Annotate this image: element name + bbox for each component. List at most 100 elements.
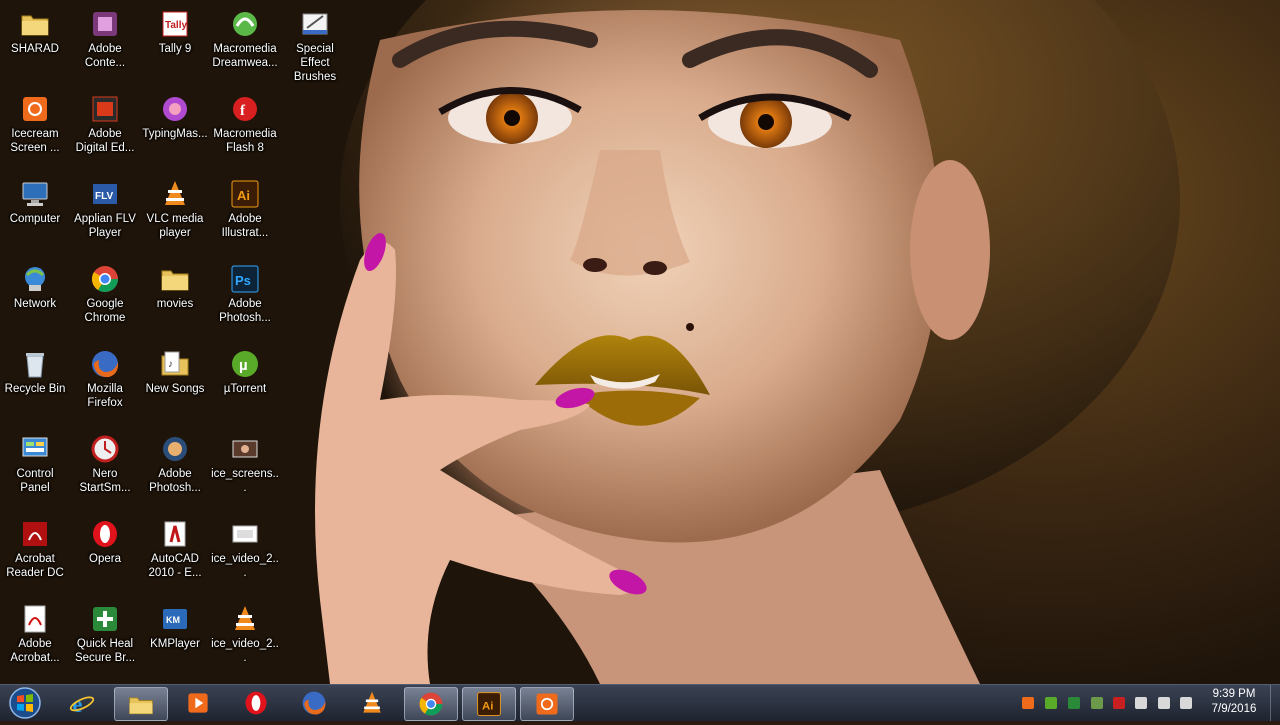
taskbar-button-icecream-recorder[interactable] [520,687,574,721]
desktop-icon[interactable]: VLC media player [140,172,210,252]
brushes-icon [299,8,331,40]
quickheal-tray-icon[interactable] [1066,695,1082,711]
folder-icon [159,263,191,295]
clock-time: 9:39 PM [1212,688,1256,700]
desktop-icon[interactable]: Opera [70,512,140,592]
desktop-icon[interactable]: Quick Heal Secure Br... [70,597,140,677]
desktop-icon[interactable]: Computer [0,172,70,252]
nero-icon [89,433,121,465]
media-player-icon [184,689,212,717]
taskbar-button-vlc[interactable] [346,687,398,719]
taskbar-button-firefox[interactable] [288,687,340,719]
desktop-icon[interactable]: Icecream Screen ... [0,87,70,167]
internet-explorer-icon: e [68,689,96,717]
desktop-icon-label: Adobe Acrobat... [10,638,60,664]
desktop-icon-label: Control Panel [16,468,54,494]
opera-icon [242,689,270,717]
desktop-icon[interactable]: f Macromedia Flash 8 [210,87,280,167]
firefox-icon [89,348,121,380]
desktop-icon[interactable]: FLV Applian FLV Player [70,172,140,252]
folder-music-icon: ♪ [159,348,191,380]
svg-text:Tally: Tally [165,20,187,31]
desktop-icon-label: Quick Heal Secure Br... [74,638,136,664]
taskbar: e Ai 9:39 PM 7/9/2016 [0,684,1280,721]
desktop-icon[interactable]: movies [140,257,210,337]
desktop-icon-label: Tally 9 [158,43,192,55]
desktop-icon[interactable]: µ µTorrent [210,342,280,422]
icecream-tray-icon[interactable] [1020,695,1036,711]
desktop-icon-label: New Songs [145,383,205,395]
desktop-icon-label: KMPlayer [150,638,200,650]
desktop-icon[interactable]: Adobe Digital Ed... [70,87,140,167]
file-explorer-icon [127,690,155,718]
taskbar-button-illustrator[interactable]: Ai [462,687,516,721]
desktop-icon[interactable]: Special Effect Brushes [280,2,350,83]
adobe-content-icon [89,8,121,40]
desktop-icon[interactable]: Network [0,257,70,337]
svg-text:Ai: Ai [237,188,250,203]
desktop-icon-label: Google Chrome [84,298,126,324]
action-center-icon[interactable] [1133,695,1149,711]
desktop-icon[interactable]: ice_screens... [210,427,280,507]
dreamweaver-icon [229,8,261,40]
desktop-icon[interactable]: Adobe Photosh... [140,427,210,507]
svg-text:Ps: Ps [235,273,251,288]
opera-icon [89,518,121,550]
desktop-icon[interactable]: Mozilla Firefox [70,342,140,422]
desktop-icon[interactable]: ♪ New Songs [140,342,210,422]
desktop-icon[interactable]: Tally Tally 9 [140,2,210,82]
desktop-icon[interactable]: Nero StartSm... [70,427,140,507]
vlc-file-icon [229,603,261,635]
desktop-icon-label: Icecream Screen ... [10,128,60,154]
icecream-recorder-icon [533,690,561,718]
battery-icon[interactable] [1089,695,1105,711]
taskbar-button-internet-explorer[interactable]: e [56,687,108,719]
desktop-icon[interactable]: Control Panel [0,427,70,507]
desktop-icon-label: ice_video_2... [211,553,279,579]
system-clock[interactable]: 9:39 PM 7/9/2016 [1200,687,1268,717]
desktop-icon[interactable]: AutoCAD 2010 - E... [140,512,210,592]
desktop-icon[interactable]: ice_video_2... [210,512,280,592]
desktop-icon[interactable]: KM KMPlayer [140,597,210,677]
utorrent-tray-icon[interactable] [1043,695,1059,711]
desktop-icon[interactable]: SHARAD [0,2,70,82]
desktop-icon-label: SHARAD [11,43,59,55]
desktop-icon[interactable]: Google Chrome [70,257,140,337]
svg-text:µ: µ [239,357,248,374]
flag-icon[interactable] [1111,695,1127,711]
desktop-icon-label: Nero StartSm... [79,468,131,494]
folder-icon [19,8,51,40]
desktop-icon[interactable]: ice_video_2... [210,597,280,677]
desktop-icon[interactable]: Adobe Conte... [70,2,140,82]
desktop-icon[interactable]: Ai Adobe Illustrat... [210,172,280,252]
desktop-icon[interactable]: Acrobat Reader DC [0,512,70,592]
volume-icon[interactable] [1178,695,1194,711]
taskbar-button-file-explorer[interactable] [114,687,168,721]
taskbar-button-media-player[interactable] [172,687,224,719]
show-desktop-button[interactable] [1270,685,1280,721]
start-button[interactable] [4,686,46,720]
desktop-icon[interactable]: Macromedia Dreamwea... [210,2,280,82]
taskbar-button-chrome[interactable] [404,687,458,721]
desktop-icon-grid: SHARAD Adobe Conte... Tally Tally 9 Macromed… [0,0,360,684]
desktop-icon-label: Computer [9,213,61,225]
desktop-icon[interactable]: TypingMas... [140,87,210,167]
desktop-icon[interactable]: Ps Adobe Photosh... [210,257,280,337]
illustrator-icon: Ai [229,178,261,210]
desktop-icon-label: movies [156,298,194,310]
flv-player-icon: FLV [89,178,121,210]
firefox-icon [300,689,328,717]
taskbar-button-opera[interactable] [230,687,282,719]
acrobat-icon [19,603,51,635]
control-panel-icon [19,433,51,465]
desktop-icon-label: Adobe Conte... [84,43,126,69]
network-tray-icon[interactable] [1156,695,1172,711]
clock-date: 7/9/2016 [1211,703,1257,715]
desktop-icon-label: Macromedia Dreamwea... [212,43,278,69]
icecream-icon [19,93,51,125]
desktop-icon[interactable]: Recycle Bin [0,342,70,422]
photoshop-icon: Ps [229,263,261,295]
desktop-icon[interactable]: Adobe Acrobat... [0,597,70,677]
network-icon [19,263,51,295]
desktop-icon-label: Recycle Bin [4,383,66,395]
